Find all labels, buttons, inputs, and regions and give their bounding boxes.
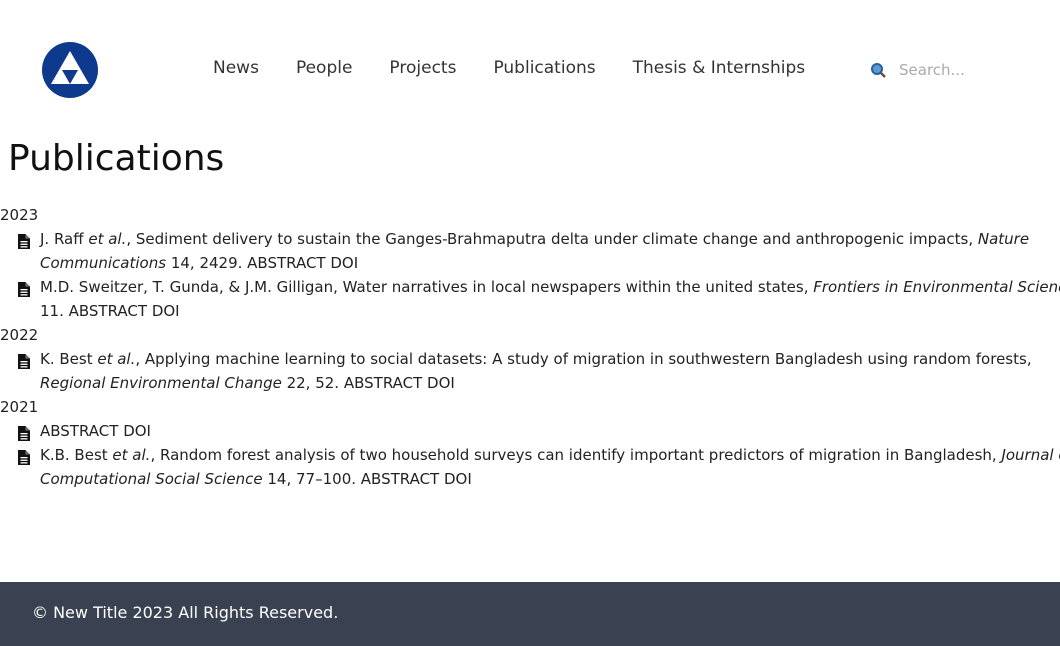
pub-volume: 11. (40, 302, 69, 320)
pub-etal: et al. (97, 350, 136, 368)
abstract-link[interactable]: ABSTRACT (40, 422, 118, 440)
abstract-link[interactable]: ABSTRACT (361, 470, 439, 488)
site-header: News People Projects Publications Thesis… (0, 0, 1060, 130)
publication-item: K.B. Best et al., Random forest analysis… (0, 443, 1060, 491)
pub-title: , Random forest analysis of two househol… (150, 446, 1002, 464)
pub-volume: 14, 2429. (166, 254, 248, 272)
year-heading: 2021 (0, 398, 39, 416)
publication-item: J. Raff et al., Sediment delivery to sus… (0, 227, 1060, 275)
pub-volume: 22, 52. (281, 374, 344, 392)
abstract-link[interactable]: ABSTRACT (69, 302, 147, 320)
pub-volume: 14, 77–100. (262, 470, 361, 488)
pub-title: , Water narratives in local newspapers w… (333, 278, 814, 296)
pub-authors: K.B. Best (40, 446, 113, 464)
abstract-link[interactable]: ABSTRACT (344, 374, 422, 392)
pub-title: , Sediment delivery to sustain the Gange… (126, 230, 978, 248)
pub-title: , Applying machine learning to social da… (135, 350, 1032, 368)
publication-group: J. Raff et al., Sediment delivery to sus… (0, 227, 1060, 323)
pub-journal: Regional Environmental Change (40, 374, 282, 392)
nav-publications[interactable]: Publications (493, 58, 595, 78)
year-heading: 2022 (0, 326, 39, 344)
publication-item: ABSTRACT DOI (0, 419, 1060, 443)
doi-link[interactable]: DOI (444, 470, 472, 488)
pub-authors: K. Best (40, 350, 98, 368)
document-icon (18, 232, 30, 256)
footer-copyright: © New Title 2023 All Rights Reserved. (32, 603, 339, 622)
page-title: Publications (8, 138, 225, 179)
document-icon (18, 280, 30, 304)
pub-authors: J. Raff (40, 230, 89, 248)
main-nav: News People Projects Publications Thesis… (213, 58, 842, 78)
search-box (870, 60, 1041, 80)
document-icon (18, 448, 30, 472)
publications-list: 2023 J. Raff et al., Sediment delivery to… (0, 203, 1060, 491)
publication-group: ABSTRACT DOI K.B. Best et al., Random for… (0, 419, 1060, 491)
document-icon (18, 352, 30, 376)
nav-news[interactable]: News (213, 58, 259, 78)
pub-etal: et al. (112, 446, 151, 464)
year-heading: 2023 (0, 206, 39, 224)
publication-item: M.D. Sweitzer, T. Gunda, & J.M. Gilligan… (0, 275, 1060, 323)
publication-group: K. Best et al., Applying machine learnin… (0, 347, 1060, 395)
publication-item: K. Best et al., Applying machine learnin… (0, 347, 1060, 395)
doi-link[interactable]: DOI (330, 254, 358, 272)
nav-people[interactable]: People (296, 58, 352, 78)
pub-journal: Frontiers in Environmental Science (813, 278, 1060, 296)
logo-icon[interactable] (42, 42, 98, 98)
site-footer: © New Title 2023 All Rights Reserved. (0, 582, 1060, 646)
doi-link[interactable]: DOI (123, 422, 151, 440)
abstract-link[interactable]: ABSTRACT (247, 254, 325, 272)
nav-projects[interactable]: Projects (389, 58, 456, 78)
search-icon (871, 62, 886, 78)
doi-link[interactable]: DOI (152, 302, 180, 320)
pub-authors: M.D. Sweitzer, T. Gunda, & J.M. Gilligan (40, 278, 334, 296)
nav-thesis-internships[interactable]: Thesis & Internships (633, 58, 806, 78)
pub-etal: et al. (88, 230, 127, 248)
search-input[interactable] (897, 60, 1041, 80)
doi-link[interactable]: DOI (427, 374, 455, 392)
